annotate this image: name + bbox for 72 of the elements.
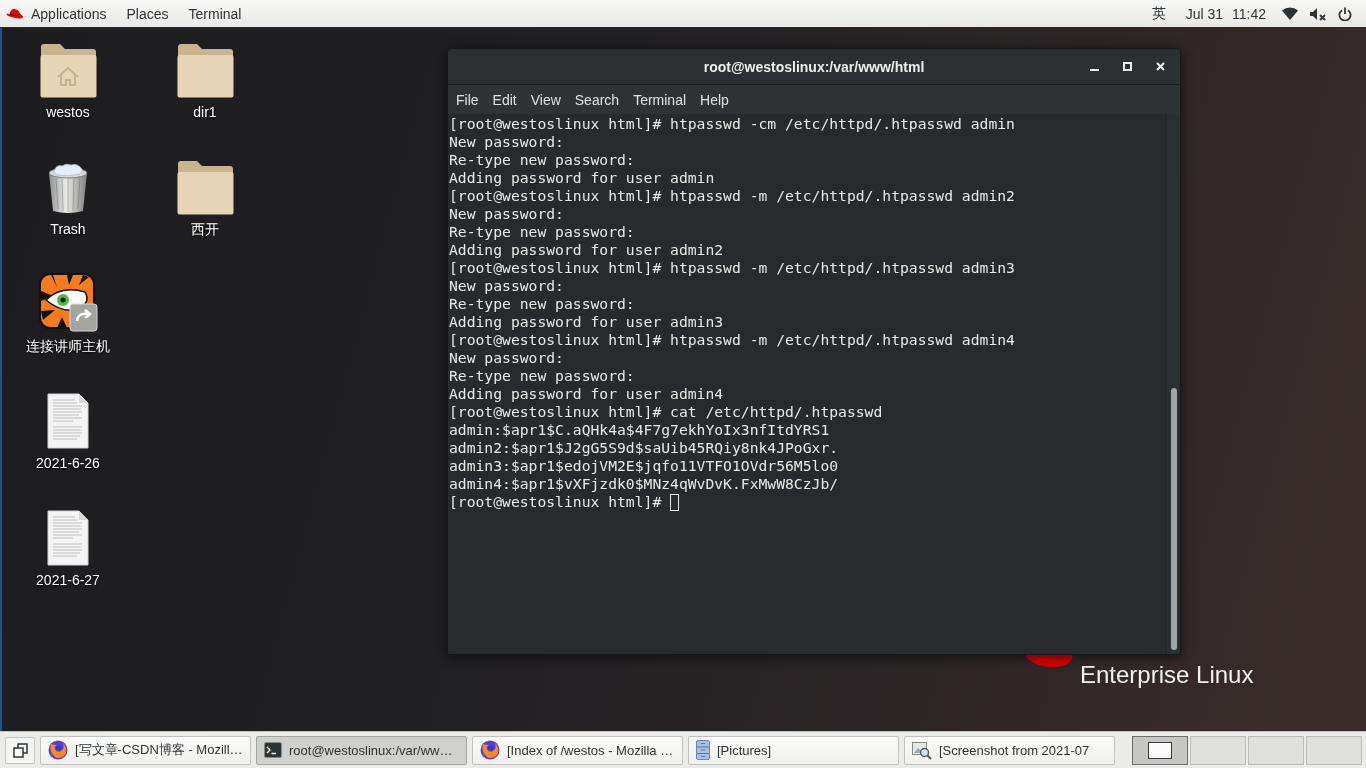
desktop-icon-label[interactable]: 2021-6-27 <box>36 571 100 589</box>
globe-icon <box>48 740 68 760</box>
top-menu[interactable]: Terminal <box>178 0 252 27</box>
desktop-icon-label[interactable]: dir1 <box>193 103 217 121</box>
terminal-line: Re-type new password: <box>449 367 636 385</box>
windows-icon <box>12 742 28 758</box>
wifi-icon <box>1282 7 1298 20</box>
terminal-line: Adding password for user admin <box>449 169 716 187</box>
cabinet-icon <box>696 740 710 760</box>
minimize-icon <box>1089 69 1099 71</box>
terminal-line: Re-type new password: <box>449 151 636 169</box>
terminal-line: [root@westoslinux html]# htpasswd -m /etc/httpd/.htpasswd admin4 <box>449 331 1016 349</box>
terminal-line: admin:$apr1$C.aQHk4a$4F7g7ekhYoIx3nfItdYRS1 <box>449 421 831 439</box>
home-folder-icon[interactable] <box>39 43 97 98</box>
folder-icon[interactable] <box>176 160 234 215</box>
terminal-line: New password: <box>449 205 565 223</box>
clock-button[interactable]: Jul 31 11:42 <box>1175 0 1276 27</box>
scrollbar-thumb[interactable] <box>1171 388 1177 650</box>
taskbar-window-button[interactable]: [Index of /westos - Mozilla … <box>472 735 683 765</box>
taskbar-window-button[interactable]: [Pictures] <box>688 735 899 765</box>
terminal-line: New password: <box>449 133 565 151</box>
terminal-icon <box>264 742 282 758</box>
desktop-icon-label[interactable]: 西开 <box>191 220 219 238</box>
hat-icon <box>6 7 24 20</box>
menu-item[interactable]: Edit <box>485 85 524 114</box>
cursor-icon <box>670 493 680 511</box>
desktop-icon-label[interactable]: 2021-6-26 <box>36 454 100 472</box>
document-icon[interactable] <box>47 510 89 566</box>
top-menu[interactable]: Applications <box>0 0 117 27</box>
desktop-icon-label[interactable]: westos <box>46 103 90 121</box>
terminal-line: Adding password for user admin4 <box>449 385 725 403</box>
terminal-line: admin4:$apr1$vXFjzdk0$MNz4qWvDvK.FxMwW8CzJb/ <box>449 475 840 493</box>
taskbar-window-button[interactable]: root@westoslinux:/var/ww… <box>256 735 467 765</box>
terminal-line: New password: <box>449 349 565 367</box>
menu-item[interactable]: Search <box>567 85 627 114</box>
terminal-line: Adding password for user admin2 <box>449 241 725 259</box>
document-icon[interactable] <box>47 393 89 449</box>
menu-item[interactable]: View <box>523 85 568 114</box>
show-desktop-button[interactable] <box>5 736 35 764</box>
power-icon <box>1338 6 1352 21</box>
menu-item[interactable]: Terminal <box>626 85 694 114</box>
window-title: root@westoslinux:/var/www/html <box>703 58 925 75</box>
terminal-line: [root@westoslinux html]# cat /etc/httpd/.htpasswd <box>449 403 884 421</box>
desktop-icon-label[interactable]: Trash <box>50 220 86 238</box>
terminal-line: admin3:$apr1$edojVM2E$jqfo11VTFO1OVdr56M5lo0 <box>449 457 840 475</box>
top-menu[interactable]: Places <box>116 0 179 27</box>
terminal-prompt: [root@westoslinux html]# <box>449 493 662 511</box>
terminal-line: admin2:$apr1$J2gG5S9d$saUib45RQiy8nk4JPoGxr. <box>449 439 840 457</box>
maximize-icon <box>1122 62 1132 71</box>
tiger-shortcut-icon[interactable] <box>38 273 98 332</box>
menu-item[interactable]: File <box>449 85 486 114</box>
wallpaper-logo-text: Enterprise Linux <box>1080 660 1254 690</box>
terminal-line: Re-type new password: <box>449 295 636 313</box>
terminal-line: Re-type new password: <box>449 223 636 241</box>
folder-icon[interactable] <box>176 43 234 98</box>
terminal-line: Adding password for user admin3 <box>449 313 725 331</box>
input-method-button[interactable]: 英 <box>1141 0 1176 27</box>
desktop-icon-label[interactable]: 连接讲师主机 <box>26 337 110 355</box>
terminal-line: New password: <box>449 277 565 295</box>
terminal-line: [root@westoslinux html]# htpasswd -cm /etc/httpd/.htpasswd admin <box>449 115 1016 133</box>
close-icon <box>1155 62 1165 71</box>
menu-item[interactable]: Help <box>693 85 736 114</box>
logo-icon <box>1025 655 1073 667</box>
taskbar-window-button[interactable]: [Screenshot from 2021-07 <box>904 735 1115 765</box>
window-thumbnail-icon <box>1148 741 1172 759</box>
taskbar-window-button[interactable]: [写文章-CSDN博客 - Mozill… <box>40 735 251 765</box>
globe-icon <box>480 740 500 760</box>
terminal-line: [root@westoslinux html]# htpasswd -m /etc/httpd/.htpasswd admin3 <box>449 259 1016 277</box>
terminal-line: [root@westoslinux html]# htpasswd -m /etc/httpd/.htpasswd admin2 <box>449 187 1016 205</box>
trash-can-icon[interactable] <box>46 163 90 215</box>
magnifier-icon <box>912 740 932 760</box>
workspace-button[interactable] <box>1132 735 1188 765</box>
